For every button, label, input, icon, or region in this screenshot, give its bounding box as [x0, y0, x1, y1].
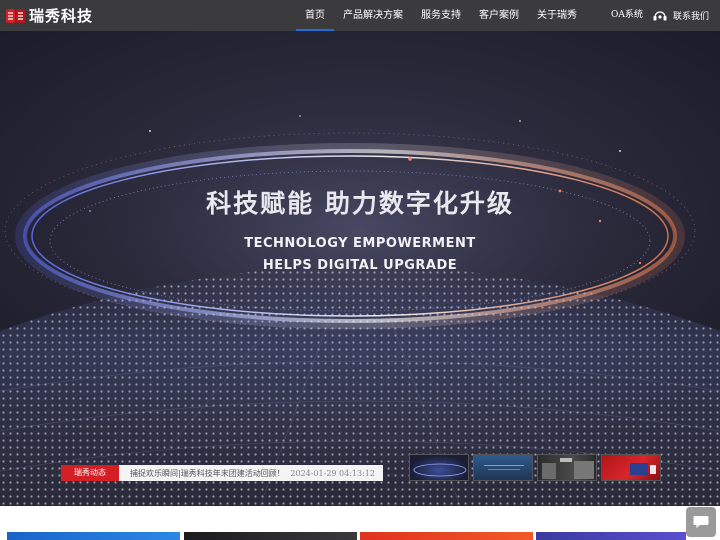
banner-thumbnail-3[interactable] — [537, 454, 597, 481]
hero-title: 科技赋能 助力数字化升级 — [206, 189, 514, 218]
main-nav: 首页 产品解决方案 服务支持 客户案例 关于瑞秀 — [296, 0, 586, 31]
thumbnail-red-image — [630, 463, 656, 475]
hero-banner: 科技赋能 助力数字化升级 TECHNOLOGY EMPOWERMENT HELP… — [0, 31, 720, 506]
oa-system-link[interactable]: OA系统 — [611, 0, 643, 31]
logo[interactable]: 瑞秀科技 — [6, 5, 93, 26]
news-date: 2024-01-29 04:13:12 — [290, 468, 375, 478]
contact-headset-icon — [653, 10, 667, 20]
news-tag[interactable]: 瑞秀动态 — [61, 465, 119, 481]
logo-mark-icon — [6, 8, 25, 23]
banner-thumbnail-4[interactable] — [601, 454, 661, 481]
chat-float-button[interactable] — [686, 507, 716, 537]
nav-item-cases[interactable]: 客户案例 — [470, 0, 528, 31]
banner-thumbnail-1[interactable] — [409, 454, 469, 481]
news-headline[interactable]: 捕捉欢乐瞬间|瑞秀科技年末团建活动回顾！ — [130, 468, 290, 479]
thumbnail-city-image — [484, 465, 524, 470]
feature-card-4[interactable] — [536, 532, 686, 540]
contact-label: 联系我们 — [673, 12, 710, 22]
thumbnail-ring-image — [413, 463, 467, 477]
hero-subtitle-line2: HELPS DIGITAL UPGRADE — [262, 258, 458, 273]
feature-card-2[interactable] — [184, 532, 357, 540]
news-item[interactable]: 捕捉欢乐瞬间|瑞秀科技年末团建活动回顾！ 2024-01-29 04:13:12 — [119, 465, 383, 481]
top-header: 瑞秀科技 首页 产品解决方案 服务支持 客户案例 关于瑞秀 OA系统 联系我们 — [0, 0, 720, 31]
nav-item-about[interactable]: 关于瑞秀 — [528, 0, 586, 31]
chat-bubble-icon — [693, 516, 709, 528]
nav-item-support[interactable]: 服务支持 — [412, 0, 470, 31]
news-ticker: 瑞秀动态 捕捉欢乐瞬间|瑞秀科技年末团建活动回顾！ 2024-01-29 04:… — [61, 465, 383, 481]
contact-link[interactable]: 联系我们 — [653, 0, 709, 31]
banner-thumbnail-2[interactable] — [473, 454, 533, 481]
feature-card-1[interactable] — [7, 532, 180, 540]
feature-card-3[interactable] — [360, 532, 533, 540]
thumbnail-office-image — [542, 458, 594, 479]
hero-subtitle-line1: TECHNOLOGY EMPOWERMENT — [244, 236, 476, 251]
nav-item-home[interactable]: 首页 — [296, 0, 334, 31]
nav-item-solutions[interactable]: 产品解决方案 — [334, 0, 412, 31]
logo-text: 瑞秀科技 — [29, 7, 94, 25]
feature-cards-row — [0, 532, 720, 540]
banner-thumbnails — [409, 454, 661, 481]
